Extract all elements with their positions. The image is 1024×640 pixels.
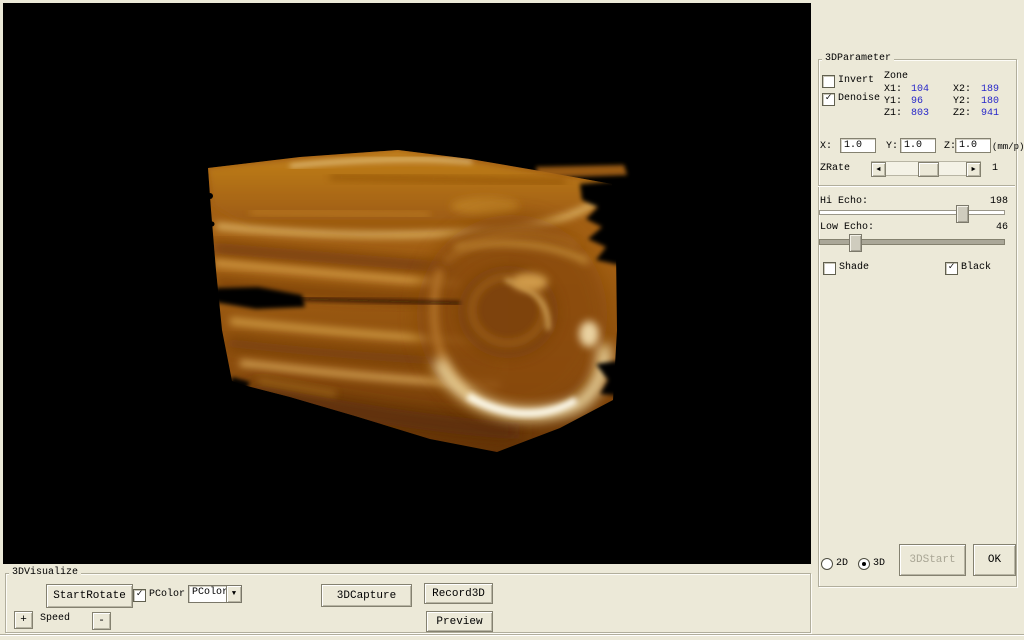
shade-checkbox[interactable] bbox=[823, 262, 836, 275]
zone-x1-label: X1: bbox=[884, 84, 902, 96]
zone-x2-value: 189 bbox=[981, 84, 999, 96]
hi-echo-value: 198 bbox=[985, 196, 1008, 208]
zone-z2-label: Z2: bbox=[953, 108, 971, 120]
zone-z1-label: Z1: bbox=[884, 108, 902, 120]
low-echo-value: 46 bbox=[985, 222, 1008, 234]
check-icon: ✓ bbox=[825, 94, 831, 104]
zone-z1-value: 803 bbox=[911, 108, 929, 120]
visualize-group-title: 3DVisualize bbox=[9, 567, 81, 579]
preview-button[interactable]: Preview bbox=[426, 611, 493, 632]
record3d-button[interactable]: Record3D bbox=[424, 583, 493, 604]
speed-label: Speed bbox=[40, 613, 70, 625]
render-viewport[interactable] bbox=[3, 3, 811, 564]
radio-dot bbox=[862, 562, 866, 566]
zrate-right-arrow-icon[interactable]: ► bbox=[966, 162, 981, 177]
start-rotate-button[interactable]: StartRotate bbox=[46, 584, 133, 608]
zone-x1-value: 104 bbox=[911, 84, 929, 96]
pcolor-dropdown-value: PColor bbox=[192, 587, 228, 598]
zone-z2-value: 941 bbox=[981, 108, 999, 120]
param-group-title: 3DParameter bbox=[822, 53, 894, 65]
hi-echo-track[interactable] bbox=[819, 210, 1005, 215]
check-icon: ✓ bbox=[136, 590, 142, 600]
low-echo-track[interactable] bbox=[819, 239, 1005, 245]
chevron-down-icon[interactable]: ▼ bbox=[226, 586, 241, 602]
zone-y1-label: Y1: bbox=[884, 96, 902, 108]
mode-3d-label: 3D bbox=[873, 558, 885, 570]
zone-y1-value: 96 bbox=[911, 96, 923, 108]
scale-y-label: Y: bbox=[886, 141, 898, 153]
zrate-scrollbar[interactable]: ◄ ► bbox=[871, 161, 981, 176]
shade-label: Shade bbox=[839, 262, 869, 274]
invert-checkbox[interactable] bbox=[822, 75, 835, 88]
hi-echo-slider-thumb[interactable] bbox=[956, 205, 969, 223]
pcolor-dropdown[interactable]: PColor ▼ bbox=[188, 585, 242, 603]
hi-echo-label: Hi Echo: bbox=[820, 196, 868, 208]
denoise-label: Denoise bbox=[838, 93, 880, 105]
zrate-thumb[interactable] bbox=[918, 162, 939, 177]
check-icon: ✓ bbox=[948, 263, 954, 273]
scale-y-input[interactable] bbox=[900, 138, 936, 153]
3dcapture-button[interactable]: 3DCapture bbox=[321, 584, 412, 607]
volume-render-3d bbox=[3, 3, 811, 564]
zrate-left-arrow-icon[interactable]: ◄ bbox=[871, 162, 886, 177]
3dstart-button[interactable]: 3DStart bbox=[899, 544, 966, 576]
scale-z-input[interactable] bbox=[955, 138, 991, 153]
scale-unit-label: (mm/p) bbox=[992, 141, 1024, 153]
pcolor-label: PColor bbox=[149, 589, 185, 601]
zrate-value: 1 bbox=[992, 163, 998, 175]
zone-x2-label: X2: bbox=[953, 84, 971, 96]
low-echo-label: Low Echo: bbox=[820, 222, 874, 234]
speed-minus-button[interactable]: - bbox=[92, 612, 111, 630]
speed-plus-button[interactable]: + bbox=[14, 611, 33, 629]
zone-title: Zone bbox=[884, 71, 908, 83]
zone-y2-value: 180 bbox=[981, 96, 999, 108]
black-label: Black bbox=[961, 262, 991, 274]
black-checkbox[interactable]: ✓ bbox=[945, 262, 958, 275]
mode-2d-label: 2D bbox=[836, 558, 848, 570]
scale-x-label: X: bbox=[820, 141, 832, 153]
low-echo-slider-thumb[interactable] bbox=[849, 234, 862, 252]
mode-3d-radio[interactable] bbox=[858, 558, 870, 570]
denoise-checkbox[interactable]: ✓ bbox=[822, 93, 835, 106]
zone-y2-label: Y2: bbox=[953, 96, 971, 108]
invert-label: Invert bbox=[838, 75, 874, 87]
mode-2d-radio[interactable] bbox=[821, 558, 833, 570]
ok-button[interactable]: OK bbox=[973, 544, 1016, 576]
window-bottom-edge bbox=[0, 634, 1024, 636]
scale-x-input[interactable] bbox=[840, 138, 876, 153]
param-separator bbox=[818, 185, 1015, 187]
zrate-label: ZRate bbox=[820, 163, 850, 175]
pcolor-checkbox[interactable]: ✓ bbox=[133, 589, 146, 602]
app-window: { "window": { "bg": "#ece9d8", "viewport… bbox=[0, 0, 1024, 640]
